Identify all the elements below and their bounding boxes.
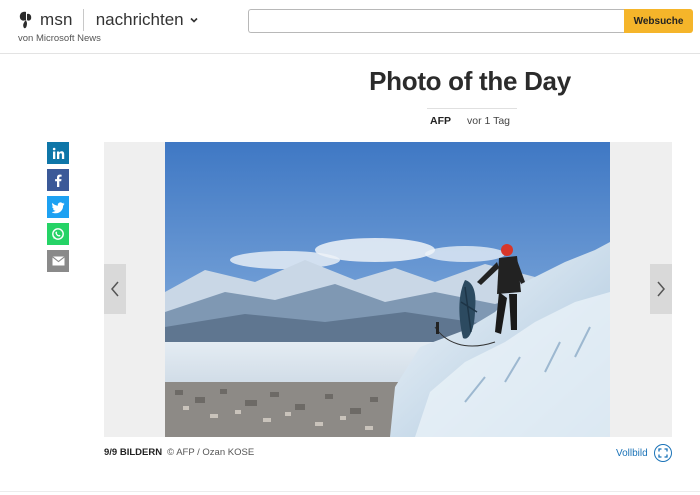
- chevron-down-icon: [190, 17, 198, 23]
- linkedin-icon: [52, 147, 64, 159]
- email-icon: [51, 256, 65, 266]
- title-divider: [427, 108, 517, 109]
- web-search-button[interactable]: Websuche: [624, 9, 693, 33]
- photo-ice-climber-image: [165, 142, 610, 437]
- page-title: Photo of the Day: [369, 66, 571, 96]
- photo-credit: © AFP / Ozan KOSE: [167, 447, 255, 458]
- brand-logo[interactable]: msn nachrichten: [18, 8, 199, 32]
- twitter-icon: [51, 201, 64, 213]
- search-input[interactable]: [248, 9, 624, 33]
- fullscreen-icon: [653, 444, 672, 462]
- share-twitter-button[interactable]: [47, 196, 69, 218]
- butterfly-logo-icon: [19, 11, 32, 29]
- whatsapp-icon: [52, 228, 64, 240]
- source-label[interactable]: AFP: [430, 115, 451, 127]
- chevron-left-icon: [111, 281, 119, 297]
- slide-photo[interactable]: [165, 142, 610, 437]
- share-whatsapp-button[interactable]: [47, 223, 69, 245]
- site-header: msn nachrichten von Microsoft News Websu…: [0, 0, 700, 54]
- share-linkedin-button[interactable]: [47, 142, 69, 164]
- share-bar: [47, 142, 69, 277]
- brand-name: msn: [40, 10, 73, 29]
- slide-caption: 9/9 BILDERN © AFP / Ozan KOSE: [104, 447, 254, 458]
- next-slide-button[interactable]: [650, 264, 672, 314]
- section-label: nachrichten: [95, 10, 184, 29]
- chevron-right-icon: [657, 281, 665, 297]
- section-dropdown[interactable]: nachrichten: [96, 10, 199, 30]
- previous-slide-button[interactable]: [104, 264, 126, 314]
- byline: AFP vor 1 Tag: [340, 115, 600, 127]
- subbrand-text: von Microsoft News: [18, 33, 101, 44]
- brand-divider: [82, 9, 84, 31]
- search-bar: Websuche: [248, 9, 693, 33]
- facebook-icon: [54, 174, 62, 187]
- slide-counter: 9/9 BILDERN: [104, 447, 163, 458]
- fullscreen-label: Vollbild: [616, 447, 648, 459]
- fullscreen-button[interactable]: Vollbild: [616, 444, 672, 462]
- share-email-button[interactable]: [47, 250, 69, 272]
- share-facebook-button[interactable]: [47, 169, 69, 191]
- timestamp: vor 1 Tag: [467, 115, 510, 127]
- content-divider: [0, 491, 700, 492]
